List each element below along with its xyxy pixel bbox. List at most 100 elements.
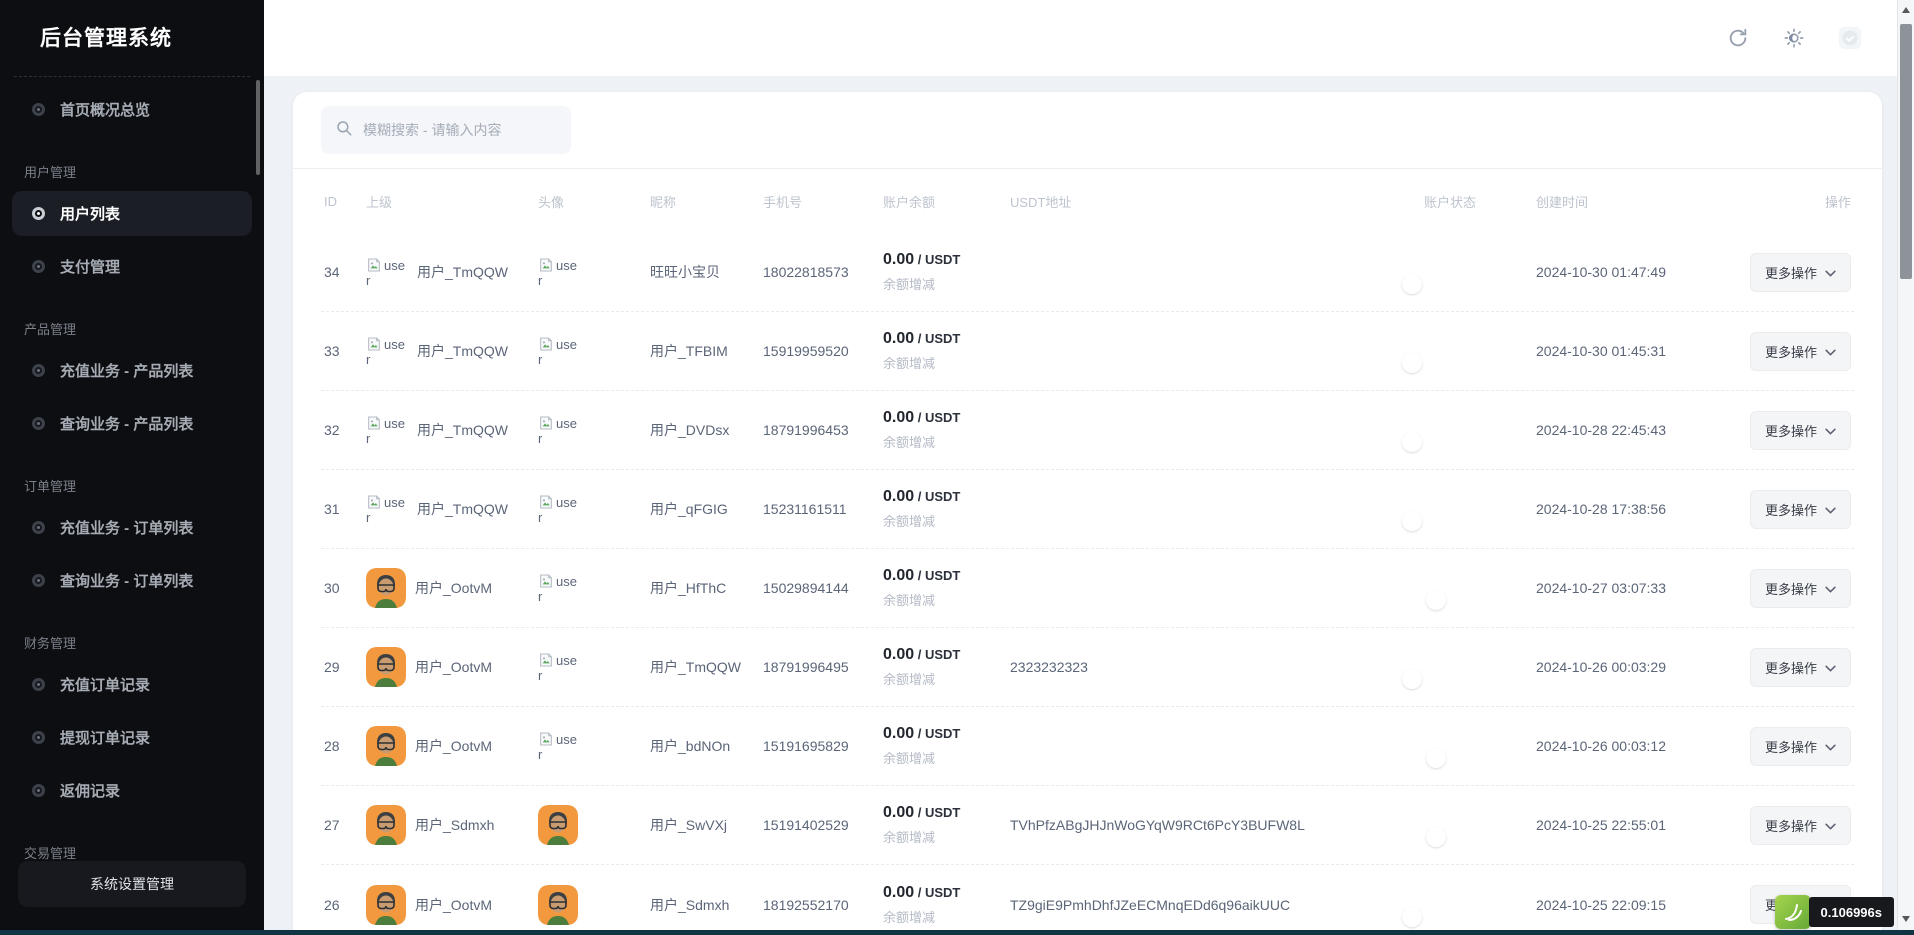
- sidebar-item-recharge-product-list[interactable]: 充值业务 - 产品列表: [12, 348, 252, 393]
- sidebar-scrollbar[interactable]: [256, 80, 260, 175]
- cell-created-time: 2024-10-28 22:45:43: [1536, 422, 1736, 438]
- sidebar-item-label: 首页概况总览: [60, 99, 150, 120]
- table-row: 31user用户_TmQQWuser用户_qFGIG152311615110.0…: [321, 470, 1854, 549]
- cell-parent: 用户_OotvM: [366, 726, 538, 766]
- sidebar-item-payment-management[interactable]: 支付管理: [12, 244, 252, 289]
- balance-amount: 0.00 / USDT: [883, 804, 1010, 822]
- sidebar-item-query-order-list[interactable]: 查询业务 - 订单列表: [12, 558, 252, 603]
- cell-phone: 18791996495: [763, 659, 883, 675]
- user-photo-avatar: [366, 568, 406, 608]
- cell-phone: 15191402529: [763, 817, 883, 833]
- more-actions-button[interactable]: 更多操作: [1750, 727, 1851, 766]
- more-actions-button[interactable]: 更多操作: [1750, 332, 1851, 371]
- user-photo-avatar: [366, 805, 406, 845]
- column-header-status: 账户状态: [1424, 192, 1536, 211]
- menu-dot-icon: [32, 574, 45, 587]
- window-bottom-edge: [0, 930, 1914, 935]
- search-input[interactable]: [363, 122, 557, 138]
- balance-adjust-link[interactable]: 余额增减: [883, 669, 1010, 688]
- chevron-down-icon: [1825, 265, 1836, 280]
- sidebar-item-query-product-list[interactable]: 查询业务 - 产品列表: [12, 401, 252, 446]
- more-actions-button[interactable]: 更多操作: [1750, 648, 1851, 687]
- balance-value: 0.00: [883, 804, 914, 821]
- balance-amount: 0.00 / USDT: [883, 330, 1010, 348]
- toggle-knob: [1426, 590, 1446, 610]
- column-header-phone: 手机号: [763, 192, 883, 211]
- balance-adjust-link[interactable]: 余额增减: [883, 511, 1010, 530]
- sidebar-item-dashboard[interactable]: 首页概况总览: [12, 87, 252, 132]
- toggle-knob: [1402, 353, 1422, 373]
- refresh-icon[interactable]: [1726, 26, 1750, 50]
- menu-dot-icon: [32, 103, 45, 116]
- sidebar-divider: [14, 76, 250, 77]
- toggle-knob: [1402, 274, 1422, 294]
- scrollbar-thumb[interactable]: [1900, 24, 1912, 279]
- broken-image-placeholder: user: [366, 415, 408, 446]
- balance-adjust-link[interactable]: 余额增减: [883, 274, 1010, 293]
- user-avatar[interactable]: [1838, 26, 1862, 50]
- toggle-knob: [1402, 511, 1422, 531]
- thinkphp-trace-icon[interactable]: [1775, 895, 1811, 929]
- theme-toggle-icon[interactable]: [1782, 26, 1806, 50]
- more-actions-button[interactable]: 更多操作: [1750, 253, 1851, 292]
- balance-adjust-link[interactable]: 余额增减: [883, 748, 1010, 767]
- broken-image-placeholder: user: [538, 652, 580, 683]
- balance-amount: 0.00 / USDT: [883, 251, 1010, 269]
- broken-image-placeholder: user: [366, 336, 408, 367]
- cell-usdt-address: TVhPfzABgJHJnWoGYqW9RCt6PcY3BUFW8L: [1010, 817, 1424, 833]
- cell-actions: 更多操作: [1750, 411, 1851, 450]
- cell-balance: 0.00 / USDT余额增减: [883, 646, 1010, 688]
- cell-nickname: 旺旺小宝贝: [650, 262, 763, 282]
- sidebar-item-label: 查询业务 - 产品列表: [60, 413, 193, 434]
- cell-avatar: user: [538, 415, 650, 446]
- menu-dot-icon: [32, 260, 45, 273]
- balance-unit: / USDT: [914, 252, 960, 267]
- scrollbar-down-arrow[interactable]: [1898, 911, 1914, 927]
- more-actions-button[interactable]: 更多操作: [1750, 806, 1851, 845]
- cell-parent: user用户_TmQQW: [366, 336, 538, 367]
- cell-actions: 更多操作: [1750, 727, 1851, 766]
- cell-balance: 0.00 / USDT 余额增减: [883, 330, 1010, 372]
- chevron-down-icon: [1825, 423, 1836, 438]
- sidebar-item-withdraw-order-records[interactable]: 提现订单记录: [12, 715, 252, 760]
- more-actions-button[interactable]: 更多操作: [1750, 411, 1851, 450]
- balance-value: 0.00: [883, 884, 914, 901]
- search-box: [321, 106, 571, 154]
- page-scrollbar[interactable]: [1897, 0, 1914, 935]
- sidebar-item-recharge-order-records[interactable]: 充值订单记录: [12, 662, 252, 707]
- balance-adjust-link[interactable]: 余额增减: [883, 827, 1010, 846]
- sidebar-item-label: 提现订单记录: [60, 727, 150, 748]
- sidebar-item-recharge-order-list[interactable]: 充值业务 - 订单列表: [12, 505, 252, 550]
- menu-dot-icon: [32, 731, 45, 744]
- menu-dot-icon: [32, 784, 45, 797]
- cell-balance: 0.00 / USDT余额增减: [883, 725, 1010, 767]
- sidebar-item-rebate-records[interactable]: 返佣记录: [12, 768, 252, 813]
- balance-adjust-link[interactable]: 余额增减: [883, 590, 1010, 609]
- column-header-id: ID: [324, 194, 366, 209]
- toggle-knob: [1402, 669, 1422, 689]
- broken-image-placeholder: user: [538, 257, 580, 288]
- balance-value: 0.00: [883, 567, 914, 584]
- balance-unit: / USDT: [914, 568, 960, 583]
- cell-nickname: 用户_bdNOn: [650, 736, 763, 756]
- cell-created-time: 2024-10-27 03:07:33: [1536, 580, 1736, 596]
- parent-name: 用户_OotvM: [415, 736, 492, 756]
- table-row: 34user用户_TmQQWuser旺旺小宝贝180228185730.00 /…: [321, 233, 1854, 312]
- balance-adjust-link[interactable]: 余额增减: [883, 907, 1010, 926]
- table-row: 30用户_OotvMuser用户_HfThC150298941440.00 / …: [321, 549, 1854, 628]
- chevron-down-icon: [1825, 344, 1836, 359]
- more-actions-button[interactable]: 更多操作: [1750, 490, 1851, 529]
- system-settings-button[interactable]: 系统设置管理: [18, 861, 246, 907]
- cell-avatar: [538, 805, 650, 845]
- scrollbar-up-arrow[interactable]: [1898, 2, 1914, 18]
- cell-id: 30: [324, 580, 366, 596]
- more-actions-button[interactable]: 更多操作: [1750, 569, 1851, 608]
- user-photo-avatar: [538, 885, 578, 925]
- table-header: ID上级头像昵称手机号账户余额USDT地址账户状态创建时间操作: [321, 169, 1854, 233]
- page-load-time-badge: 0.106996s: [1809, 897, 1894, 927]
- balance-adjust-link[interactable]: 余额增减: [883, 432, 1010, 451]
- balance-adjust-link[interactable]: 余额增减: [883, 353, 1010, 372]
- table-row: 33user用户_TmQQWuser用户_TFBIM159199595200.0…: [321, 312, 1854, 391]
- sidebar-item-user-list[interactable]: 用户列表: [12, 191, 252, 236]
- cell-parent: 用户_OotvM: [366, 568, 538, 608]
